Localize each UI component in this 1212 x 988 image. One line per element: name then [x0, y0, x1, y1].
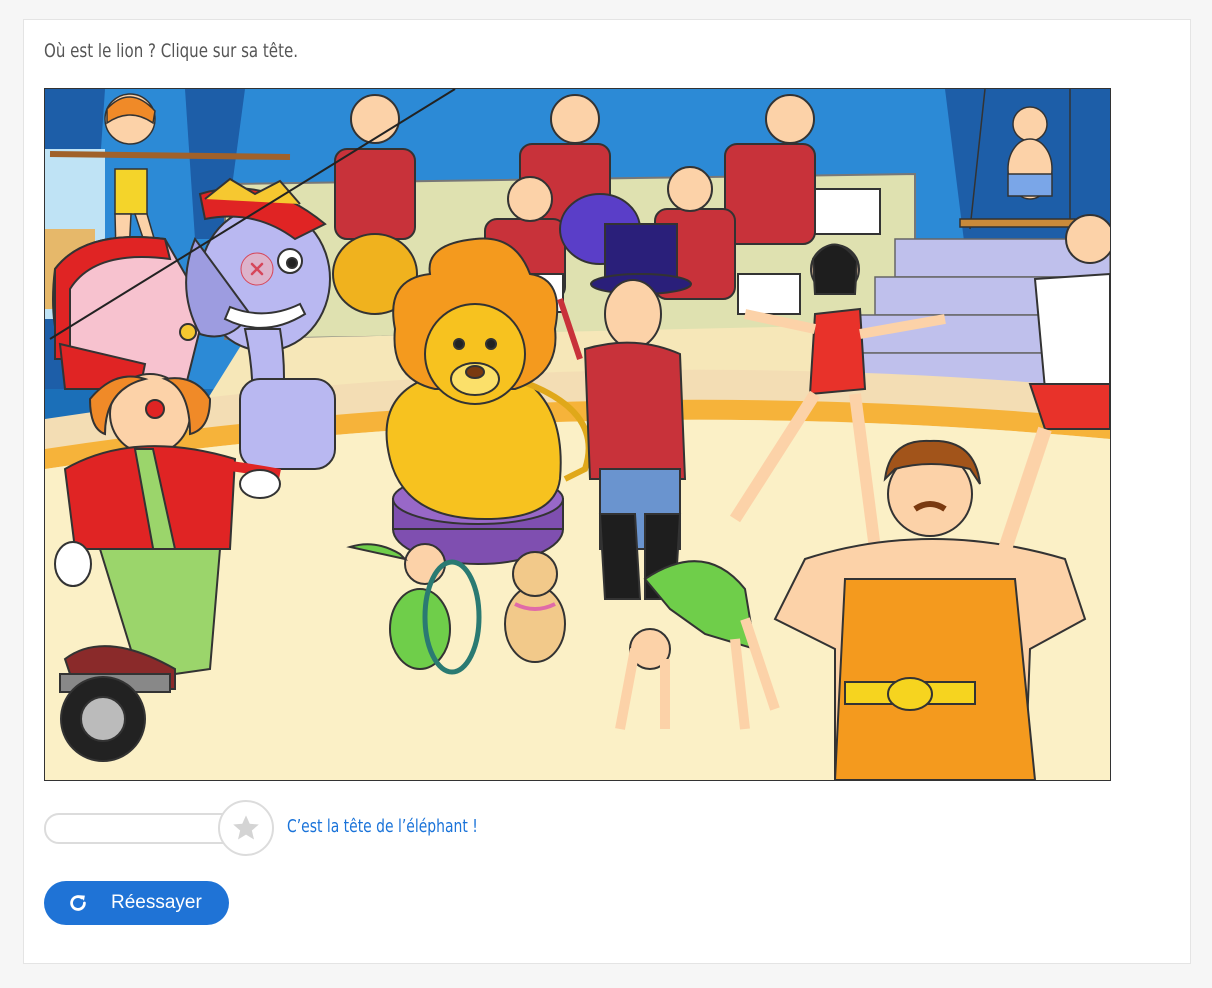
- progress-bar: [44, 813, 238, 844]
- star-badge: [218, 800, 274, 856]
- circus-scene-image[interactable]: [44, 88, 1111, 781]
- score-progress: [44, 800, 274, 856]
- retry-button[interactable]: Réessayer: [44, 881, 229, 925]
- refresh-icon: [67, 892, 89, 914]
- retry-label: Réessayer: [111, 892, 202, 913]
- click-marker: [240, 252, 274, 286]
- exercise-card: Où est le lion ? Clique sur sa tête. C’e…: [23, 19, 1191, 964]
- circus-scene: [45, 89, 1110, 780]
- question-text: Où est le lion ? Clique sur sa tête.: [44, 40, 299, 62]
- star-icon: [233, 815, 259, 840]
- feedback-text: C’est la tête de l’éléphant !: [287, 816, 478, 837]
